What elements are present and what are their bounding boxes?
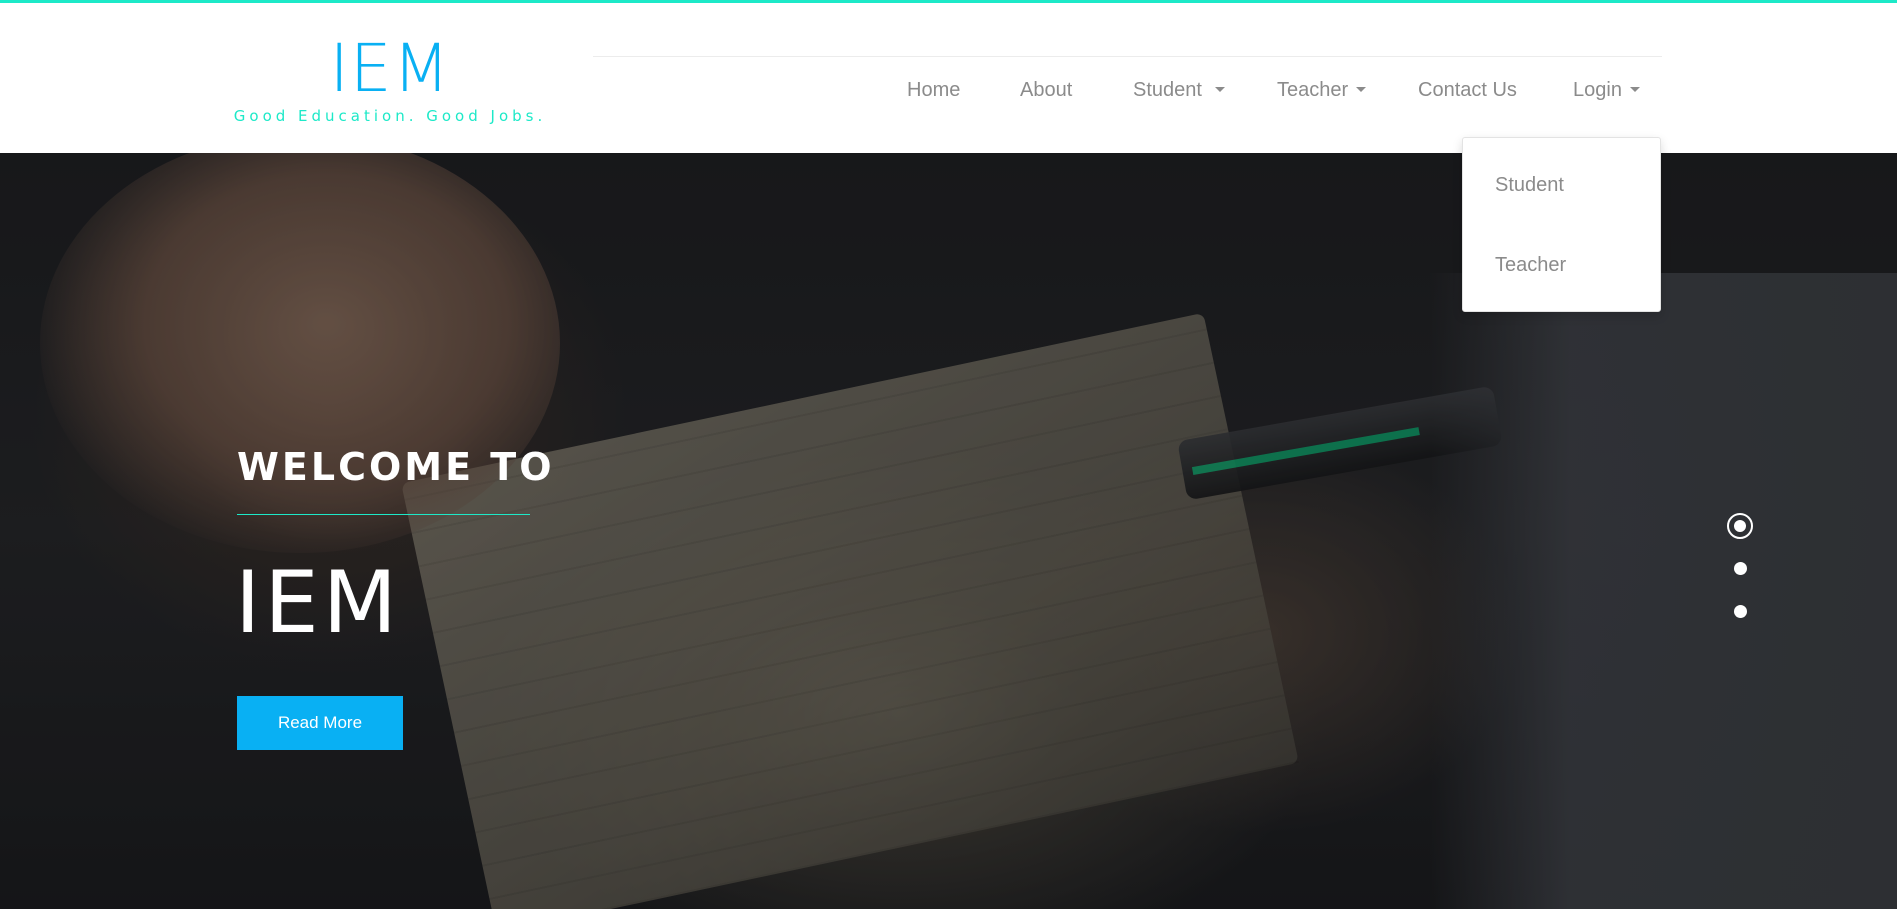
login-menu-item-student[interactable]: Student [1495, 174, 1564, 197]
nav-student[interactable]: Student [1133, 79, 1225, 102]
nav-student-label: Student [1133, 79, 1202, 101]
login-dropdown-menu: Student Teacher [1462, 137, 1661, 312]
slider-dot-3[interactable] [1734, 605, 1747, 618]
chevron-down-icon [1629, 87, 1640, 93]
slider-dot-2[interactable] [1734, 562, 1747, 575]
nav-contact-us[interactable]: Contact Us [1418, 79, 1517, 102]
read-more-button[interactable]: Read More [237, 696, 403, 750]
header-divider [593, 56, 1662, 57]
login-menu-item-teacher[interactable]: Teacher [1495, 254, 1566, 277]
chevron-down-icon [1214, 87, 1225, 93]
chevron-down-icon [1355, 87, 1366, 93]
hero-title: IEM [235, 553, 401, 653]
nav-teacher-label: Teacher [1277, 79, 1349, 101]
main-navigation: Home About Student Teacher Contact Us Lo… [0, 79, 1897, 119]
site-header: IEM Good Education. Good Jobs. Home Abou… [0, 3, 1897, 153]
slider-dot-1[interactable] [1727, 513, 1753, 539]
nav-login[interactable]: Login [1573, 79, 1640, 102]
hero-welcome-text: WELCOME TO [237, 445, 555, 489]
nav-login-label: Login [1573, 79, 1622, 101]
nav-about[interactable]: About [1020, 79, 1072, 102]
nav-home[interactable]: Home [907, 79, 960, 102]
hero-welcome-underline [237, 514, 530, 515]
nav-teacher[interactable]: Teacher [1277, 79, 1366, 102]
